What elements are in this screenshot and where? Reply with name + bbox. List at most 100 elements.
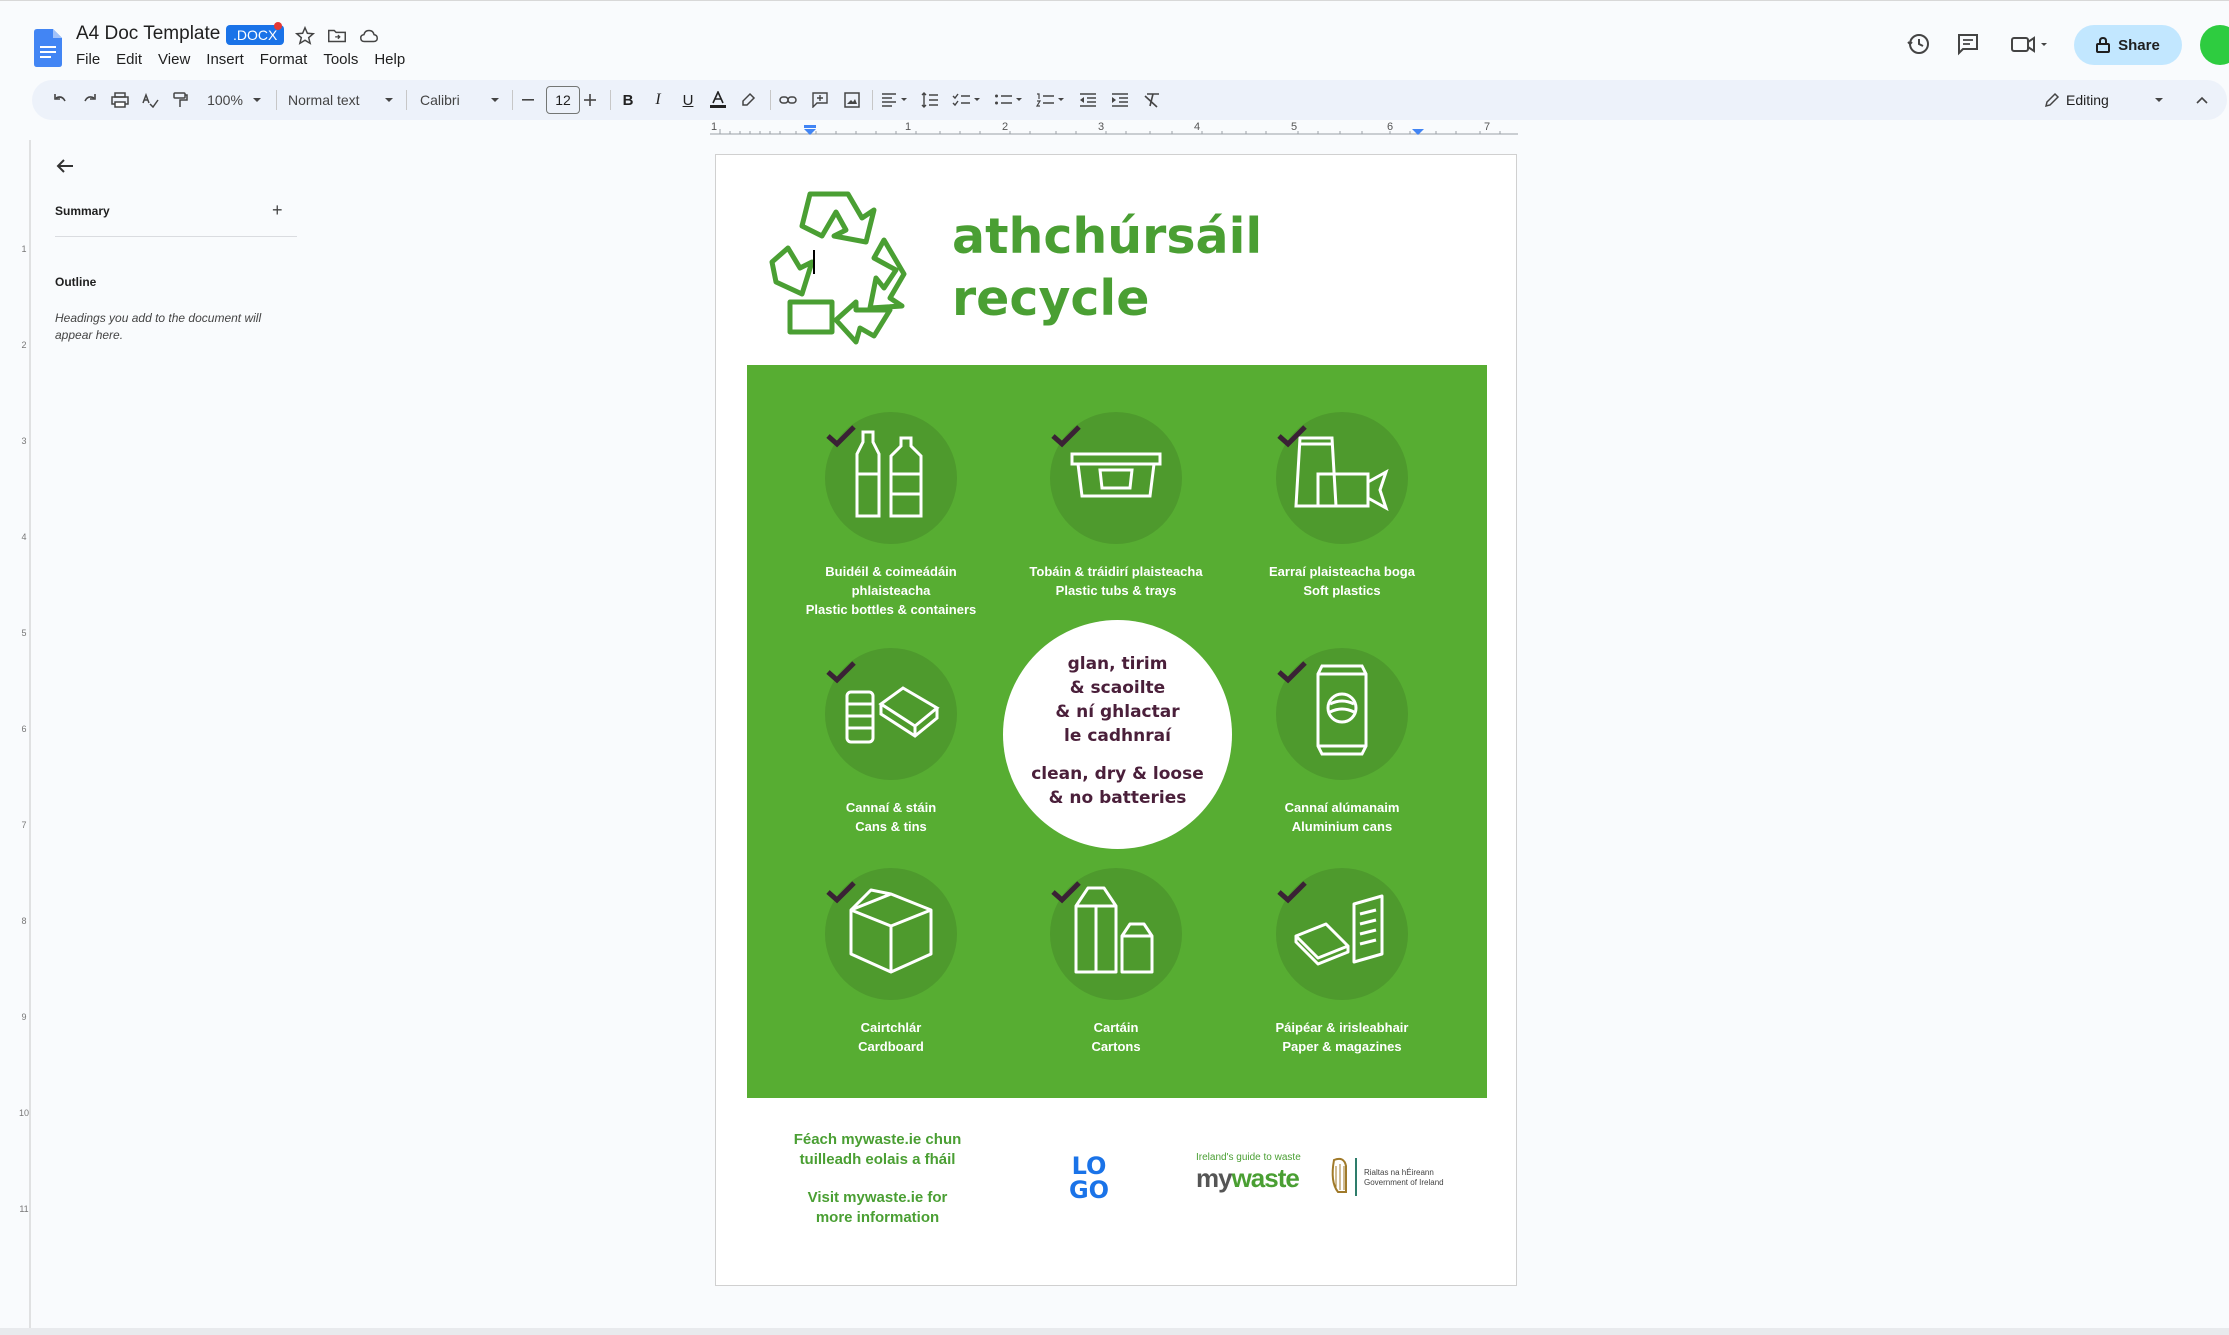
recycle-icon	[769, 191, 907, 345]
paint-format-icon[interactable]	[168, 88, 192, 112]
menu-bar: File Edit View Insert Format Tools Help	[76, 51, 421, 68]
item-label-irish: Cannaí alúmanaim	[1284, 800, 1400, 815]
checkmark-icon	[1277, 425, 1307, 448]
item-soft-plastics: Earraí plaisteacha boga Soft plastics	[1227, 412, 1457, 600]
gov-english: Government of Ireland	[1364, 1178, 1444, 1187]
back-arrow-icon[interactable]	[54, 155, 76, 177]
font-size-input[interactable]: 12	[546, 86, 580, 114]
menu-help[interactable]: Help	[374, 51, 405, 68]
horizontal-ruler[interactable]: 1 1 2 3 4 5 6 7	[710, 120, 1518, 138]
item-label: Cannaí & stáin Cans & tins	[776, 798, 1006, 836]
item-label: Tobáin & tráidirí plaisteacha Plastic tu…	[1001, 562, 1231, 600]
mode-chevron-down-icon[interactable]	[2152, 88, 2166, 112]
item-label-irish: Tobáin & tráidirí plaisteacha	[1029, 564, 1203, 579]
style-chevron-down-icon[interactable]	[382, 88, 396, 112]
spellcheck-icon[interactable]	[138, 88, 162, 112]
zoom-chevron-down-icon[interactable]	[250, 88, 264, 112]
text-cursor	[813, 250, 815, 274]
ruler-mark: 1	[711, 121, 717, 133]
undo-icon[interactable]	[48, 88, 72, 112]
indent-decrease-icon[interactable]	[1076, 88, 1100, 112]
ruler-mark: 7	[1484, 121, 1490, 133]
item-label-english: Plastic bottles & containers	[805, 602, 977, 617]
meet-video-icon[interactable]	[2010, 31, 2050, 57]
item-label: Cairtchlár Cardboard	[776, 1018, 1006, 1056]
menu-format[interactable]: Format	[260, 51, 308, 68]
menu-view[interactable]: View	[158, 51, 190, 68]
font-size-increase-icon[interactable]	[580, 88, 600, 112]
ruler-mark: 1	[905, 121, 911, 133]
share-button[interactable]: Share	[2074, 25, 2182, 65]
add-summary-icon[interactable]: +	[272, 200, 283, 221]
print-icon[interactable]	[108, 88, 132, 112]
checklist-icon[interactable]	[950, 88, 984, 112]
italic-icon[interactable]: I	[646, 88, 670, 112]
version-history-icon[interactable]	[1905, 31, 1931, 57]
formatting-toolbar: 100% Normal text Calibri B I U Editing	[32, 80, 2227, 120]
instructions-line: & scaoilte	[1069, 678, 1166, 698]
page-bottom-edge	[0, 1328, 2229, 1335]
font-select[interactable]: Calibri	[420, 88, 480, 112]
item-aluminium-cans: Cannaí alúmanaim Aluminium cans	[1227, 648, 1457, 836]
image-icon[interactable]	[840, 88, 864, 112]
checkmark-icon	[1051, 425, 1081, 448]
indent-increase-icon[interactable]	[1108, 88, 1132, 112]
item-label: Páipéar & irisleabhair Paper & magazines	[1227, 1018, 1457, 1056]
clear-format-icon[interactable]	[1140, 88, 1164, 112]
item-label-english: Cartons	[1091, 1039, 1141, 1054]
align-icon[interactable]	[878, 88, 912, 112]
font-chevron-down-icon[interactable]	[488, 88, 502, 112]
toolbar-divider	[610, 90, 611, 110]
menu-insert[interactable]: Insert	[206, 51, 244, 68]
cloud-status-icon[interactable]	[358, 25, 380, 47]
collapse-menus-icon[interactable]	[2192, 88, 2212, 112]
item-label-irish: Cannaí & stáin	[845, 800, 937, 815]
zoom-select[interactable]: 100%	[202, 88, 248, 112]
gov-irish: Rialtas na hÉireann	[1364, 1168, 1434, 1177]
bullet-list-icon[interactable]	[992, 88, 1026, 112]
ruler-ticks	[710, 129, 1518, 135]
title-bar: A4 Doc Template .DOCX File Edit View Ins…	[0, 0, 2229, 79]
ruler-mark: 4	[1194, 121, 1200, 133]
underline-icon[interactable]: U	[676, 88, 700, 112]
docs-logo-icon[interactable]	[34, 29, 62, 67]
item-label-english: Cardboard	[858, 1039, 924, 1054]
bold-icon[interactable]: B	[616, 88, 640, 112]
pencil-icon	[2042, 88, 2062, 112]
style-select[interactable]: Normal text	[288, 88, 372, 112]
item-cardboard: Cairtchlár Cardboard	[776, 868, 1006, 1056]
comments-icon[interactable]	[1955, 31, 1981, 57]
document-title[interactable]: A4 Doc Template	[76, 23, 220, 45]
outline-heading: Outline	[55, 275, 97, 289]
checkmark-icon	[1277, 881, 1307, 904]
ruler-mark: 5	[1291, 121, 1297, 133]
item-label-english: Plastic tubs & trays	[1055, 583, 1177, 598]
line-spacing-icon[interactable]	[918, 88, 942, 112]
move-folder-icon[interactable]	[326, 25, 348, 47]
editing-mode-select[interactable]: Editing	[2066, 88, 2136, 112]
item-circle	[1276, 868, 1408, 1000]
toolbar-divider	[770, 90, 771, 110]
menu-tools[interactable]: Tools	[323, 51, 358, 68]
menu-file[interactable]: File	[76, 51, 100, 68]
summary-heading: Summary	[55, 204, 110, 218]
font-size-decrease-icon[interactable]	[518, 88, 538, 112]
redo-icon[interactable]	[78, 88, 102, 112]
numbered-list-icon[interactable]	[1034, 88, 1068, 112]
first-line-indent-marker[interactable]	[804, 125, 816, 128]
checkmark-icon	[826, 425, 856, 448]
menu-edit[interactable]: Edit	[116, 51, 142, 68]
zoom-value: 100%	[207, 92, 243, 108]
comment-icon[interactable]	[808, 88, 832, 112]
toolbar-divider	[872, 90, 873, 110]
footer-spacer	[770, 1170, 985, 1188]
instructions-line: glan, tirim	[1067, 654, 1168, 674]
item-label: Earraí plaisteacha boga Soft plastics	[1227, 562, 1457, 600]
avatar[interactable]	[2200, 25, 2229, 65]
text-color-icon[interactable]	[706, 88, 730, 112]
item-circle	[1276, 648, 1408, 780]
item-label: Cartáin Cartons	[1001, 1018, 1231, 1056]
highlight-icon[interactable]	[736, 88, 760, 112]
star-icon[interactable]	[294, 25, 316, 47]
link-icon[interactable]	[776, 88, 800, 112]
